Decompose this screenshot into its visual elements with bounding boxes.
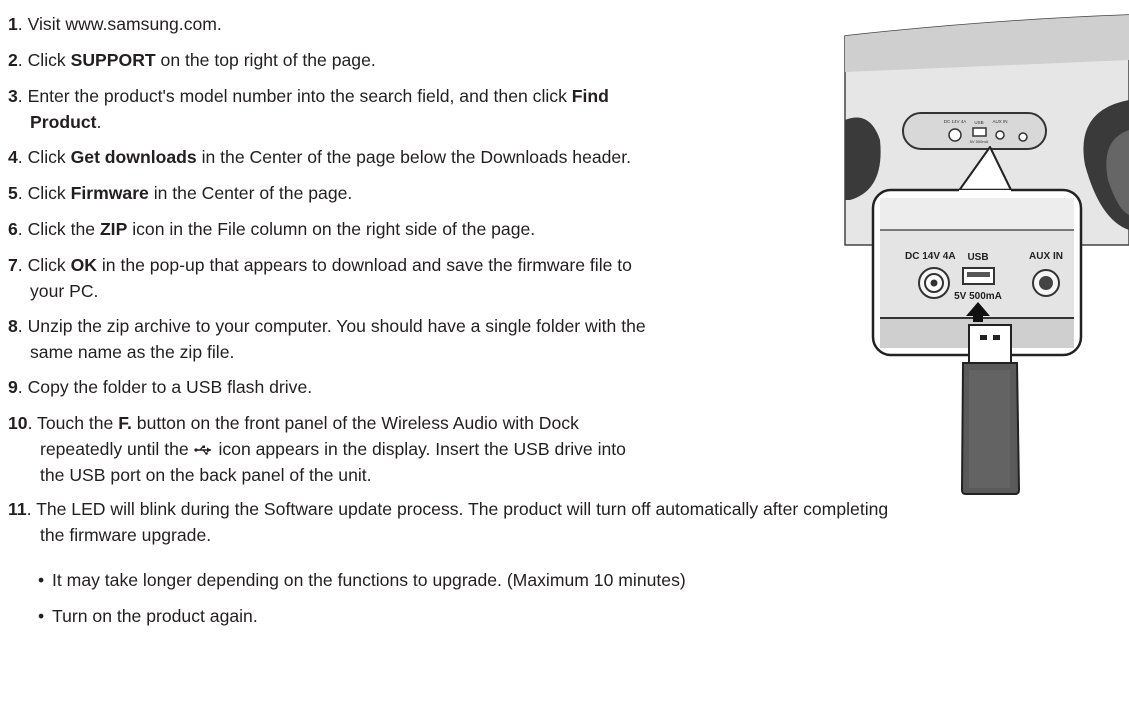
step-text: icon in the File column on the right sid…: [127, 219, 536, 239]
step-text: Click: [27, 50, 71, 70]
step-text: the USB port on the back panel of the un…: [40, 465, 372, 485]
step-3-line-2: Product.: [30, 110, 101, 134]
bold-term: F.: [118, 413, 132, 433]
bullet-item: • Turn on the product again.: [38, 604, 258, 628]
step-4: 4. Click Get downloads in the Center of …: [8, 147, 631, 167]
step-number: 3: [8, 86, 18, 106]
step-text: Touch the: [37, 413, 119, 433]
aux-in-jack-icon: [1032, 269, 1060, 297]
bullet-dot-icon: •: [38, 570, 45, 590]
bold-term: OK: [70, 255, 97, 275]
step-text: Click: [27, 255, 71, 275]
step-6: 6. Click the ZIP icon in the File column…: [8, 219, 536, 239]
step-text: on the top right of the page.: [155, 50, 376, 70]
bold-term: ZIP: [99, 219, 128, 239]
step-text: icon appears in the display. Insert the …: [213, 439, 626, 459]
step-number: 6: [8, 219, 18, 239]
step-number: 4: [8, 147, 18, 167]
step-number: 9: [8, 377, 18, 397]
small-label-dc: DC 14V 4A: [944, 119, 967, 124]
step-5: 5. Click Firmware in the Center of the p…: [8, 183, 353, 203]
step-number: 7: [8, 255, 18, 275]
step-7: 7. Click OK in the pop-up that appears t…: [8, 255, 632, 275]
step-number: 8: [8, 316, 18, 336]
extra-port-small-icon: [1018, 132, 1028, 142]
step-text: in the pop-up that appears to download a…: [96, 255, 632, 275]
usb-port-small-icon: [972, 127, 987, 137]
dc-port-small-icon: [948, 128, 962, 142]
step-2: 2. Click SUPPORT on the top right of the…: [8, 50, 376, 70]
step-3: 3. Enter the product's model number into…: [8, 86, 609, 106]
step-text: same name as the zip file.: [30, 342, 235, 362]
port-label-aux: AUX IN: [1029, 251, 1063, 262]
step-7-line-2: your PC.: [30, 279, 98, 303]
step-text: Unzip the zip archive to your computer. …: [27, 316, 646, 336]
bullet-dot-icon: •: [38, 606, 45, 626]
bold-term: SUPPORT: [70, 50, 156, 70]
step-number: 5: [8, 183, 18, 203]
step-11: 11. The LED will blink during the Softwa…: [8, 499, 889, 519]
step-text: Click: [27, 147, 71, 167]
step-text: button on the front panel of the Wireles…: [131, 413, 579, 433]
step-text: The LED will blink during the Software u…: [36, 499, 889, 519]
step-10-line-2: repeatedly until the icon appears in the…: [40, 437, 626, 461]
step-8: 8. Unzip the zip archive to your compute…: [8, 316, 646, 336]
bold-term: Firmware: [70, 183, 149, 203]
port-label-usb: USB: [967, 252, 988, 263]
step-10: 10. Touch the F. button on the front pan…: [8, 413, 579, 433]
step-number: 2: [8, 50, 18, 70]
step-text: in the Center of the page below the Down…: [196, 147, 631, 167]
step-text: Click the: [27, 219, 100, 239]
dc-power-jack-icon: [918, 267, 950, 299]
usb-port-illustration: DC 14V 4A USB 5V 500mA AUX IN DC 14V 4A …: [844, 14, 1129, 495]
bold-term: Get downloads: [70, 147, 197, 167]
usb-port-icon: [962, 267, 995, 285]
small-label-usb-rating: 5V 500mA: [970, 139, 989, 144]
step-text: Enter the product's model number into th…: [27, 86, 572, 106]
step-11-line-2: the firmware upgrade.: [40, 523, 211, 547]
step-8-line-2: same name as the zip file.: [30, 340, 234, 364]
step-9: 9. Copy the folder to a USB flash drive.: [8, 377, 313, 397]
bold-term: Find: [571, 86, 609, 106]
port-label-usb-rating: 5V 500mA: [954, 291, 1002, 302]
usb-icon: [193, 439, 214, 459]
step-10-line-3: the USB port on the back panel of the un…: [40, 463, 372, 487]
bullet-item: • It may take longer depending on the fun…: [38, 568, 686, 592]
step-text: Visit www.samsung.com.: [27, 14, 222, 34]
port-label-dc: DC 14V 4A: [905, 251, 956, 262]
bold-term: Product: [30, 112, 97, 132]
step-number: 11: [8, 499, 27, 519]
bullet-text: Turn on the product again.: [52, 606, 258, 626]
usb-flash-drive-icon: [960, 324, 1021, 495]
step-text: the firmware upgrade.: [40, 525, 212, 545]
step-1: 1. Visit www.samsung.com.: [8, 14, 222, 34]
small-label-usb: USB: [974, 120, 983, 125]
step-text: Copy the folder to a USB flash drive.: [27, 377, 313, 397]
bullet-text: It may take longer depending on the func…: [52, 570, 686, 590]
step-number: 10: [8, 413, 28, 433]
step-text: .: [96, 112, 102, 132]
small-label-aux: AUX IN: [992, 119, 1007, 124]
aux-port-small-icon: [995, 130, 1005, 140]
step-number: 1: [8, 14, 18, 34]
step-text: repeatedly until the: [40, 439, 194, 459]
step-text: your PC.: [30, 281, 99, 301]
step-text: Click: [27, 183, 71, 203]
step-text: in the Center of the page.: [148, 183, 353, 203]
